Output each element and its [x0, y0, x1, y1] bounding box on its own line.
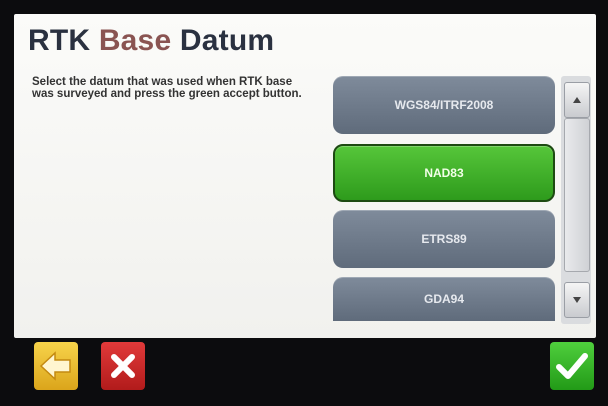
- page-title: RTK Base Datum: [28, 24, 274, 58]
- x-icon: [110, 353, 136, 379]
- scrollbar-thumb[interactable]: [564, 118, 590, 272]
- arrow-left-icon: [39, 351, 73, 381]
- title-base: Base: [98, 24, 172, 57]
- title-datum: Datum: [179, 24, 275, 57]
- datum-option-wgs84-itrf2008[interactable]: WGS84/ITRF2008: [333, 76, 555, 134]
- datum-option-label: WGS84/ITRF2008: [394, 98, 494, 112]
- scroll-up-button[interactable]: [564, 82, 590, 118]
- datum-option-etrs89[interactable]: ETRS89: [333, 210, 555, 268]
- triangle-up-icon: [573, 97, 581, 103]
- triangle-down-icon: [573, 297, 581, 303]
- accept-button[interactable]: [550, 342, 594, 390]
- title-rtk: RTK: [28, 24, 91, 57]
- checkmark-icon: [556, 352, 588, 380]
- datum-option-label: GDA94: [423, 292, 464, 306]
- datum-option-gda94[interactable]: GDA94: [333, 277, 555, 321]
- datum-option-label: ETRS89: [421, 232, 467, 246]
- scroll-down-button[interactable]: [564, 282, 590, 318]
- screen: RTK Base Datum Select the datum that was…: [14, 14, 596, 338]
- footer-bar: [14, 338, 596, 400]
- instructions-text: Select the datum that was used when RTK …: [32, 76, 302, 100]
- cancel-button[interactable]: [101, 342, 145, 390]
- datum-option-label: NAD83: [424, 166, 464, 180]
- back-button[interactable]: [34, 342, 78, 390]
- datum-option-nad83[interactable]: NAD83: [333, 144, 555, 202]
